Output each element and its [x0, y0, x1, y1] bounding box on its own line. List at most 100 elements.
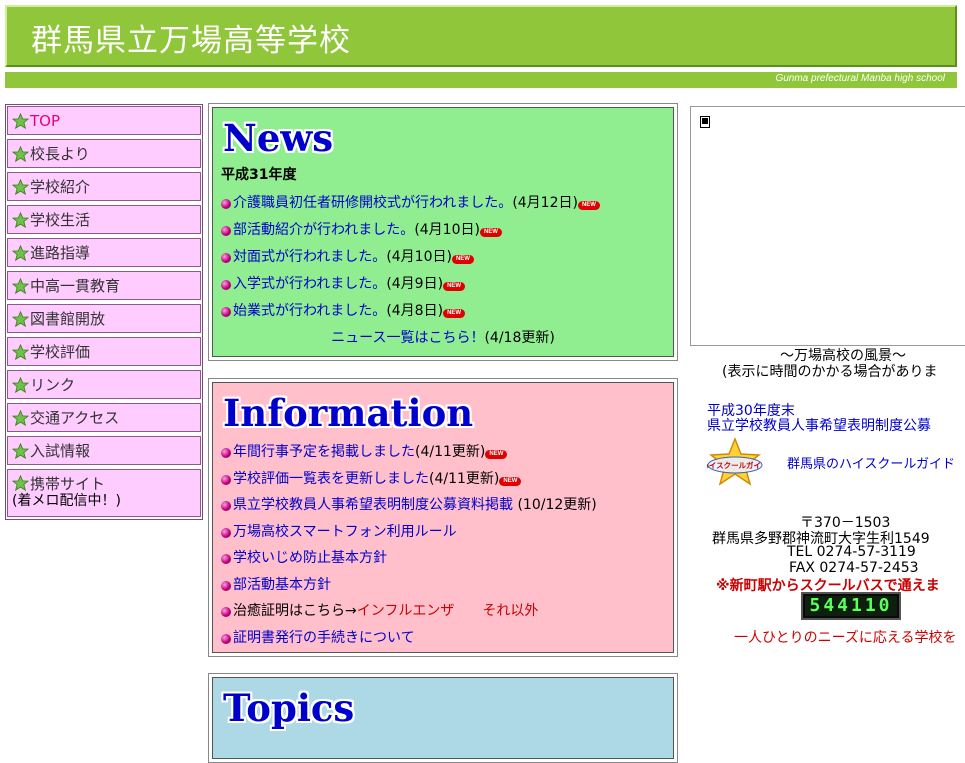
sidebar-item-label: リンク [30, 376, 76, 394]
bullet-icon [221, 554, 231, 564]
bullet-icon [221, 580, 231, 591]
news-item-link[interactable]: 介護職員初任者研修開校式が行われました。 [233, 195, 512, 211]
bullet-icon [221, 501, 231, 511]
header-banner: 群馬県立万場高等学校 [5, 5, 957, 67]
sidebar-item-label: 中高一貫教育 [30, 277, 121, 295]
influenza-link[interactable]: インフルエンザ [357, 603, 455, 619]
news-item-link[interactable]: 始業式が行われました。 [233, 303, 386, 319]
info-item-link[interactable]: 年間行事予定を掲載しました [233, 444, 415, 460]
star-icon [12, 212, 29, 228]
info-item-note: (4/11更新) [415, 444, 486, 460]
news-item-link[interactable]: 部活動紹介が行われました。 [233, 222, 414, 238]
fax-number: FAX 0274-57-2453 [789, 560, 919, 576]
star-icon [12, 146, 29, 162]
news-item-date: (4月10日) [414, 222, 480, 238]
new-badge-icon: NEW [451, 255, 474, 264]
scenery-note: (表示に時間のかかる場合がありま [722, 364, 938, 380]
star-icon [12, 377, 29, 393]
info-item: 年間行事予定を掲載しました(4/11更新) NEW [221, 439, 665, 466]
news-more-date: (4/18更新) [484, 330, 555, 346]
bullet-icon [221, 474, 231, 485]
sidebar-item-links[interactable]: リンク [7, 370, 201, 399]
star-icon [12, 344, 29, 360]
header-strip: Gunma prefectural Manba high school [5, 72, 957, 88]
sidebar-item-integrated-education[interactable]: 中高一貫教育 [7, 271, 201, 300]
visitor-count: 544110 [805, 596, 897, 616]
other-illness-link[interactable]: それ以外 [482, 603, 538, 619]
school-subtitle: Gunma prefectural Manba high school [775, 73, 945, 84]
info-item: 県立学校教員人事希望表明制度公募資料掲載 (10/12更新) [221, 492, 665, 519]
star-icon [12, 311, 29, 327]
sidebar-item-mobile-site[interactable]: 携帯サイト (着メロ配信中！) [7, 469, 201, 517]
visitor-counter: 544110 [801, 592, 901, 620]
bullet-icon [221, 226, 231, 236]
school-motto: 一人ひとりのニーズに応える学校を [734, 630, 957, 646]
info-item-note: (4/11更新) [429, 470, 500, 487]
sidebar-item-label: TOP [30, 112, 61, 130]
news-panel-body: News 平成31年度 介護職員初任者研修開校式が行われました。(4月12日) N… [212, 107, 674, 357]
info-item-link[interactable]: 証明書発行の手続きについて [233, 630, 415, 646]
new-badge-icon: NEW [577, 201, 600, 210]
star-icon [12, 278, 29, 294]
bullet-icon [221, 307, 231, 317]
sidebar-nav: TOP 校長より 学校紹介 学校生活 進路指導 中高一貫教育 図書館開放 学校評… [5, 104, 203, 520]
info-item: 部活動基本方針 [221, 572, 665, 599]
info-item-link[interactable]: 学校いじめ防止基本方針 [233, 550, 387, 566]
news-item-link[interactable]: 入学式が行われました。 [233, 276, 386, 292]
sidebar-item-admissions[interactable]: 入試情報 [7, 436, 201, 465]
sidebar-item-label: 校長より [30, 145, 90, 163]
hs-logo-text: ハイスクールガイド [707, 460, 763, 470]
broken-image-icon [700, 116, 710, 128]
new-badge-icon: NEW [479, 228, 502, 237]
sidebar-item-evaluation[interactable]: 学校評価 [7, 337, 201, 366]
news-item-date: (4月9日) [386, 276, 444, 292]
info-item: 治癒証明はこちら→インフルエンザ それ以外 [221, 598, 665, 625]
high-school-guide-logo[interactable]: ハイスクールガイド [707, 437, 763, 487]
star-icon [12, 179, 29, 195]
info-item: 学校いじめ防止基本方針 [221, 545, 665, 572]
bullet-icon [221, 448, 231, 458]
info-item-prefix: 治癒証明はこちら→ [233, 603, 357, 619]
new-badge-icon: NEW [499, 476, 522, 486]
news-item-date: (4月8日) [386, 303, 444, 319]
info-item-link[interactable]: 万場高校スマートフォン利用ルール [233, 524, 457, 540]
high-school-guide-link[interactable]: 群馬県のハイスクールガイド [787, 453, 955, 472]
sidebar-item-label: 学校紹介 [30, 178, 91, 196]
info-item-link[interactable]: 部活動基本方針 [233, 577, 331, 593]
sidebar-item-label: 携帯サイト [30, 475, 106, 493]
information-heading: Information [223, 391, 474, 435]
sidebar-item-library[interactable]: 図書館開放 [7, 304, 201, 333]
info-item: 学校評価一覧表を更新しました(4/11更新) NEW [221, 466, 665, 493]
bullet-icon [221, 199, 231, 209]
information-panel-body: Information 年間行事予定を掲載しました(4/11更新) NEW 学校評… [212, 382, 674, 653]
sidebar-item-school-life[interactable]: 学校生活 [7, 205, 201, 234]
sidebar-item-access[interactable]: 交通アクセス [7, 403, 201, 432]
info-item-link[interactable]: 学校評価一覧表を更新しました [233, 471, 429, 487]
news-more-row: ニュース一覧はこちら！(4/18更新) [221, 327, 665, 347]
news-item: 部活動紹介が行われました。(4月10日) NEW [221, 217, 665, 244]
sidebar-item-principal[interactable]: 校長より [7, 139, 201, 168]
bullet-icon [221, 527, 231, 538]
sidebar-item-school-intro[interactable]: 学校紹介 [7, 172, 201, 201]
new-badge-icon: NEW [485, 450, 508, 459]
sidebar-item-label: 入試情報 [30, 442, 91, 460]
news-item: 入学式が行われました。(4月9日) NEW [221, 271, 665, 298]
sidebar-item-label: 学校評価 [30, 343, 91, 361]
star-icon [12, 113, 29, 129]
news-item: 始業式が行われました。(4月8日) NEW [221, 298, 665, 325]
info-item: 万場高校スマートフォン利用ルール [221, 519, 665, 546]
teacher-recruit-link-line2[interactable]: 県立学校教員人事希望表明制度公募 [707, 415, 931, 435]
news-item-link[interactable]: 対面式が行われました。 [233, 249, 386, 265]
news-item: 対面式が行われました。(4月10日) NEW [221, 244, 665, 271]
info-item-link[interactable]: 県立学校教員人事希望表明制度公募資料掲載 [233, 497, 513, 513]
sidebar-item-top[interactable]: TOP [7, 106, 201, 135]
bullet-icon [221, 607, 231, 617]
news-list-link[interactable]: ニュース一覧はこちら！ [331, 330, 484, 346]
phone-number: TEL 0274-57-3119 [787, 544, 916, 560]
info-item-note: (10/12更新) [513, 497, 597, 513]
new-badge-icon: NEW [443, 309, 466, 318]
news-item-date: (4月12日) [512, 195, 578, 211]
sidebar-item-career[interactable]: 進路指導 [7, 238, 201, 267]
news-item: 介護職員初任者研修開校式が行われました。(4月12日) NEW [221, 190, 665, 217]
sidebar-item-label: 図書館開放 [30, 310, 106, 328]
